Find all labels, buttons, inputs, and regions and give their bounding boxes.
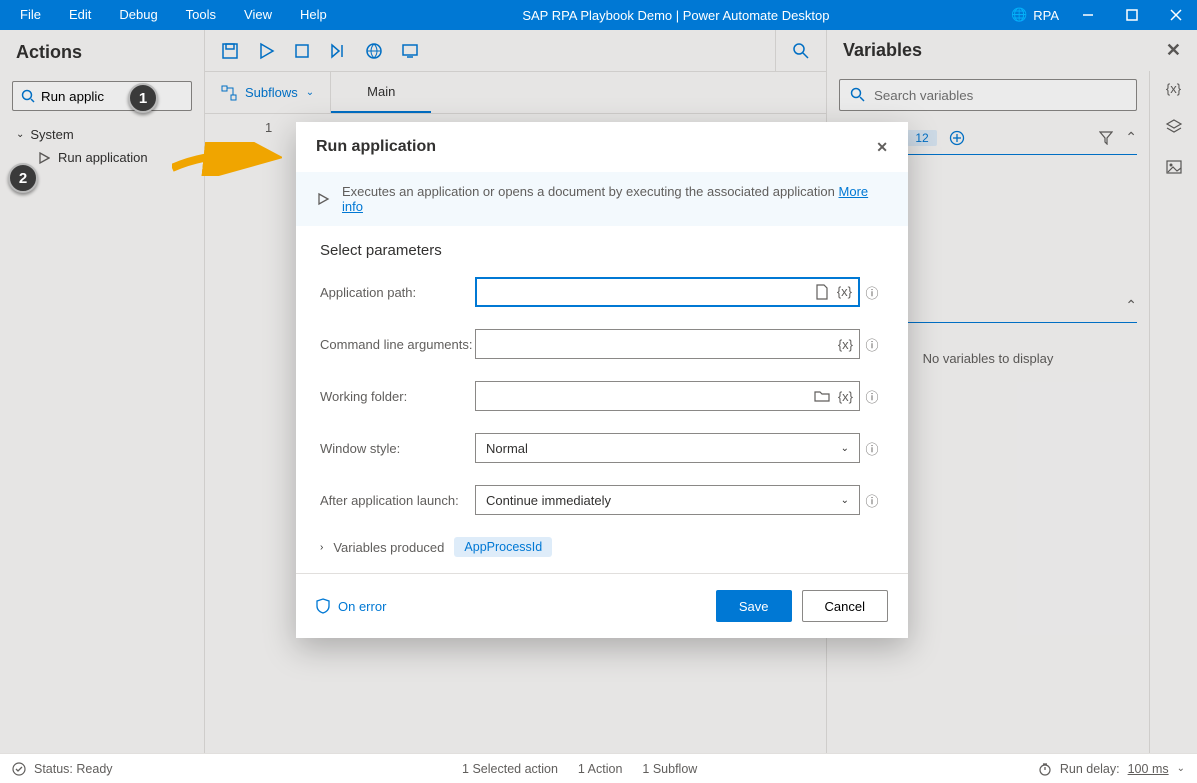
status-subflows: 1 Subflow: [642, 762, 697, 776]
chevron-down-icon: ⌄: [841, 443, 849, 454]
file-picker-icon[interactable]: [815, 284, 829, 300]
variable-picker-icon[interactable]: {x}: [837, 284, 852, 300]
application-path-field[interactable]: {x}: [475, 277, 860, 307]
variables-produced-row[interactable]: › Variables produced AppProcessId: [320, 537, 884, 557]
variable-picker-icon[interactable]: {x}: [838, 389, 853, 404]
folder-picker-icon[interactable]: [814, 389, 830, 404]
window-style-value: Normal: [486, 441, 528, 456]
status-bar: Status: Ready 1 Selected action 1 Action…: [0, 753, 1197, 783]
shield-icon: [316, 598, 330, 614]
label-after-launch: After application launch:: [320, 493, 475, 508]
timer-icon: [1038, 762, 1052, 776]
menu-help[interactable]: Help: [286, 0, 341, 30]
window-title: SAP RPA Playbook Demo | Power Automate D…: [341, 8, 1011, 23]
run-delay-label: Run delay:: [1060, 762, 1120, 776]
close-icon[interactable]: ✕: [876, 139, 888, 156]
annotation-badge-2: 2: [8, 163, 38, 193]
label-window-style: Window style:: [320, 441, 475, 456]
menu-tools[interactable]: Tools: [172, 0, 230, 30]
variable-pill[interactable]: AppProcessId: [454, 537, 552, 557]
application-path-input[interactable]: [483, 279, 815, 305]
info-icon[interactable]: ⓘ: [860, 491, 884, 510]
run-application-dialog: Run application ✕ Executes an applicatio…: [296, 122, 908, 638]
working-folder-field[interactable]: {x}: [475, 381, 860, 411]
select-parameters-heading: Select parameters: [320, 242, 884, 259]
run-icon: [316, 192, 330, 206]
check-icon: [12, 762, 26, 776]
annotation-arrow: [172, 142, 282, 176]
info-icon[interactable]: ⓘ: [860, 439, 884, 458]
dialog-description: Executes an application or opens a docum…: [342, 184, 835, 199]
cancel-button[interactable]: Cancel: [802, 590, 888, 622]
menu-debug[interactable]: Debug: [105, 0, 171, 30]
window-maximize-button[interactable]: [1117, 0, 1147, 30]
info-icon[interactable]: ⓘ: [860, 335, 884, 354]
window-style-select[interactable]: Normal ⌄: [475, 433, 860, 463]
info-icon[interactable]: ⓘ: [860, 283, 884, 302]
annotation-badge-1: 1: [128, 83, 158, 113]
save-button[interactable]: Save: [716, 590, 792, 622]
chevron-down-icon[interactable]: ⌄: [1177, 763, 1185, 774]
run-delay-value[interactable]: 100 ms: [1128, 762, 1169, 776]
cli-args-field[interactable]: {x}: [475, 329, 860, 359]
label-cli-args: Command line arguments:: [320, 337, 475, 352]
menu-edit[interactable]: Edit: [55, 0, 105, 30]
on-error-link[interactable]: On error: [316, 598, 386, 614]
label-working-folder: Working folder:: [320, 389, 475, 404]
rpa-label: RPA: [1033, 8, 1059, 23]
info-icon[interactable]: ⓘ: [860, 387, 884, 406]
window-close-button[interactable]: [1161, 0, 1191, 30]
status-text: Status: Ready: [34, 762, 113, 776]
menu-file[interactable]: File: [6, 0, 55, 30]
variable-picker-icon[interactable]: {x}: [838, 337, 853, 352]
variables-produced-label: Variables produced: [333, 540, 444, 555]
after-launch-value: Continue immediately: [486, 493, 611, 508]
on-error-label: On error: [338, 599, 386, 614]
after-launch-select[interactable]: Continue immediately ⌄: [475, 485, 860, 515]
chevron-down-icon: ⌄: [841, 495, 849, 506]
status-selected: 1 Selected action: [462, 762, 558, 776]
chevron-right-icon: ›: [320, 542, 323, 553]
label-application-path: Application path:: [320, 285, 475, 300]
title-bar: File Edit Debug Tools View Help SAP RPA …: [0, 0, 1197, 30]
working-folder-input[interactable]: [482, 382, 814, 410]
rpa-badge[interactable]: 🌐 RPA: [1011, 7, 1059, 23]
cli-args-input[interactable]: [482, 330, 838, 358]
menubar: File Edit Debug Tools View Help: [6, 0, 341, 30]
dialog-title: Run application: [316, 138, 436, 156]
globe-icon: 🌐: [1011, 7, 1027, 23]
menu-view[interactable]: View: [230, 0, 286, 30]
window-minimize-button[interactable]: [1073, 0, 1103, 30]
status-actions: 1 Action: [578, 762, 622, 776]
